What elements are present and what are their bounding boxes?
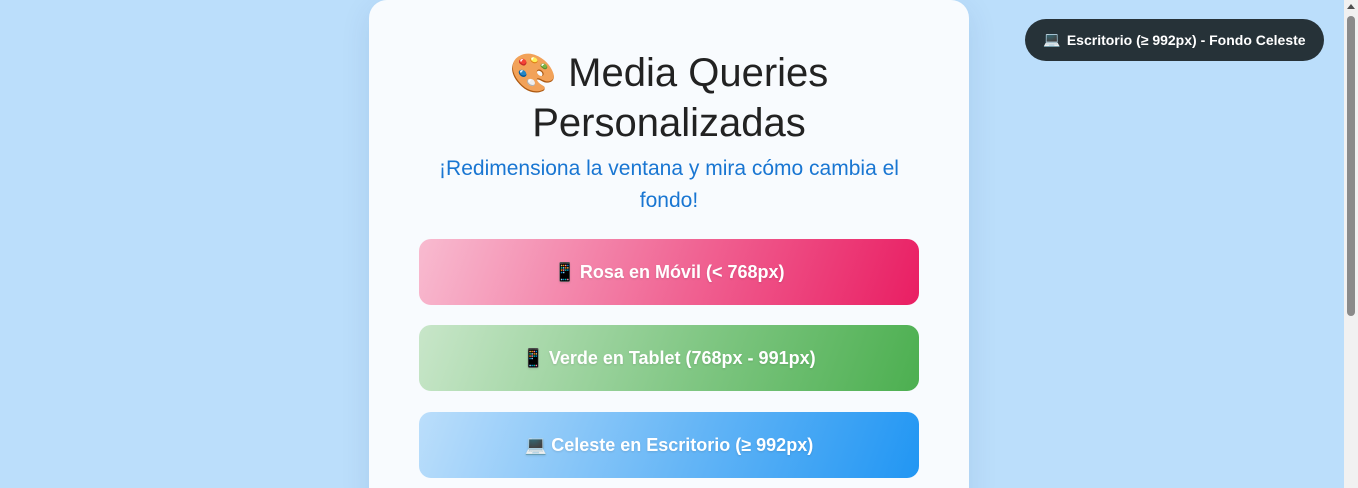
breakpoint-tablet-box: 📱 Verde en Tablet (768px - 991px) (419, 325, 919, 391)
breakpoint-mobile-box: 📱 Rosa en Móvil (< 768px) (419, 239, 919, 305)
breakpoint-tablet-label: Verde en Tablet (768px - 991px) (548, 347, 816, 368)
palette-icon: 🎨 (509, 51, 558, 95)
breakpoint-desktop-box: 💻 Celeste en Escritorio (≥ 992px) (419, 412, 919, 478)
scroll-up-arrow-icon[interactable] (1347, 4, 1355, 9)
tablet-icon: 📱 (522, 347, 545, 369)
breakpoint-desktop-label: Celeste en Escritorio (≥ 992px) (551, 434, 814, 455)
laptop-icon: 💻 (524, 434, 548, 456)
breakpoint-indicator-badge: 💻 Escritorio (≥ 992px) - Fondo Celeste (1025, 19, 1324, 61)
main-card: 🎨 Media Queries Personalizadas ¡Redimens… (369, 0, 969, 488)
scrollbar-thumb[interactable] (1347, 16, 1355, 316)
breakpoint-indicator-label: Escritorio (≥ 992px) - Fondo Celeste (1066, 32, 1306, 48)
vertical-scrollbar[interactable] (1344, 0, 1358, 488)
breakpoint-mobile-label: Rosa en Móvil (< 768px) (579, 261, 785, 282)
laptop-icon: 💻 (1043, 32, 1061, 48)
page-title-text: Media Queries Personalizadas (532, 51, 829, 145)
page-subtitle: ¡Redimensiona la ventana y mira cómo cam… (439, 157, 899, 212)
mobile-phone-icon: 📱 (553, 261, 576, 283)
page-title: 🎨 Media Queries Personalizadas (369, 48, 969, 148)
